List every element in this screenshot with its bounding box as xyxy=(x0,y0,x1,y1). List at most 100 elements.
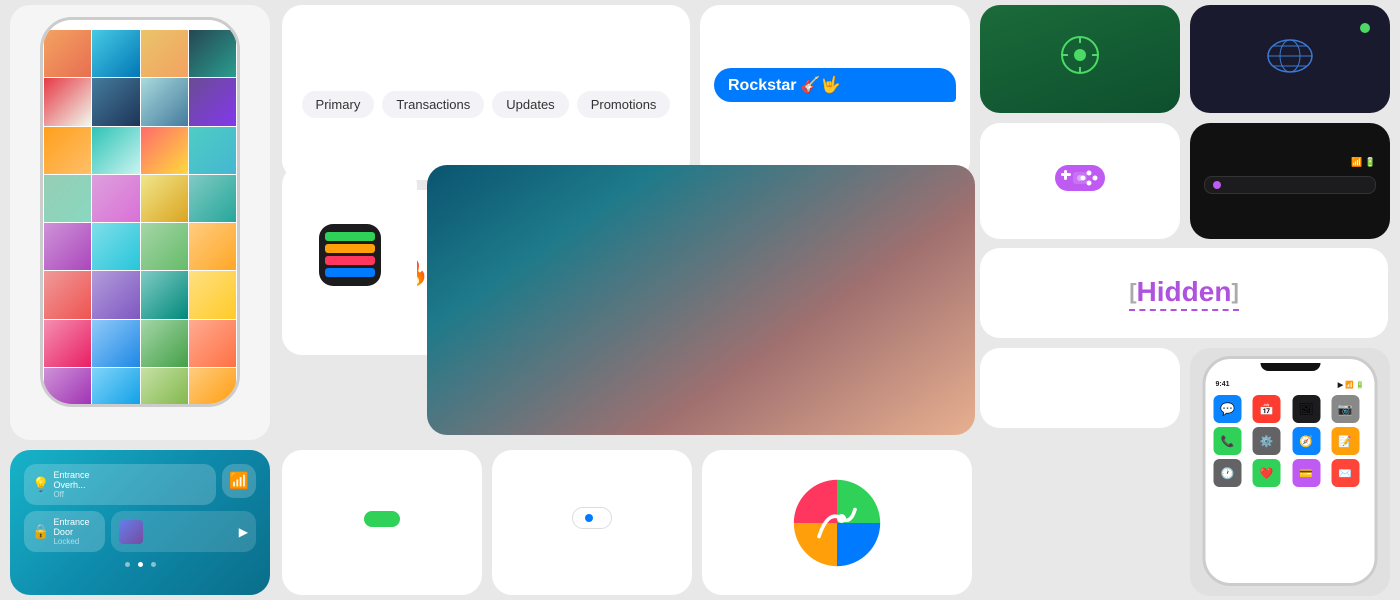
game-mode-card xyxy=(980,123,1180,239)
mail-pills: Primary Transactions Updates Promotions xyxy=(302,91,671,118)
photo-thumb xyxy=(92,320,139,367)
app-mail: ✉️ xyxy=(1331,459,1359,487)
mail-card: Primary Transactions Updates Promotions xyxy=(282,5,690,180)
app-camera: 📷 xyxy=(1331,395,1359,423)
photo-thumb xyxy=(141,223,188,270)
photo-thumb xyxy=(189,175,236,222)
photo-thumb xyxy=(189,223,236,270)
photo-thumb xyxy=(141,175,188,222)
app-facetime: 📞 xyxy=(1214,427,1242,455)
state-of-mind-card xyxy=(980,5,1180,113)
cc-widget-lock: 🔒 Entrance Door Locked xyxy=(24,511,105,552)
reminders-header: 📶 🔋 xyxy=(1204,157,1376,168)
satellite-card xyxy=(1190,5,1390,113)
photo-thumb xyxy=(141,127,188,174)
photo-thumb xyxy=(44,271,91,318)
cc-dot xyxy=(151,562,156,567)
cc-lock-content: Entrance Door Locked xyxy=(53,517,89,546)
rcs-badge xyxy=(364,511,400,527)
photo-thumb xyxy=(44,78,91,125)
app-calendar: 📅 xyxy=(1253,395,1281,423)
rockstar-bubble: Rockstar 🎸🤟 xyxy=(714,68,956,102)
wallet-app-icon xyxy=(319,224,381,286)
satellite-globe-icon xyxy=(1265,38,1315,74)
cc-lock-label: Entrance xyxy=(53,517,89,527)
app-notes: 📝 xyxy=(1331,427,1359,455)
photo-thumb xyxy=(92,127,139,174)
app-wallet: 💳 xyxy=(1292,459,1320,487)
satellite-content xyxy=(1200,15,1380,103)
play-icon[interactable]: ▶ xyxy=(239,525,248,539)
photo-thumb xyxy=(141,368,188,407)
blown-card: Rockstar 🎸🤟 xyxy=(700,5,970,180)
photo-thumb xyxy=(44,175,91,222)
cc-music-thumb xyxy=(119,520,143,544)
wifi-icon: 📶 xyxy=(229,471,249,491)
blown-content: Rockstar 🎸🤟 xyxy=(714,68,956,118)
photos-grid xyxy=(43,30,237,407)
cc-row-2: 🔒 Entrance Door Locked ▶ xyxy=(24,511,256,552)
phone2-icons: ▶ 📶 🔋 xyxy=(1338,381,1365,389)
wallet-stripe-green xyxy=(325,232,375,241)
home-screen-label-card xyxy=(980,348,1180,428)
cc-light-label: Entrance xyxy=(53,470,89,480)
app-settings: ⚙️ xyxy=(1253,427,1281,455)
photo-thumb xyxy=(189,368,236,407)
state-of-mind-icon xyxy=(1060,35,1100,75)
satellite-dot xyxy=(1360,23,1370,33)
ios-card xyxy=(427,165,975,435)
maps-card xyxy=(702,450,972,595)
control-center-content: 💡 Entrance Overh... Off 📶 🔒 Entrance xyxy=(10,450,270,595)
rcs-card xyxy=(282,450,482,595)
cc-dots xyxy=(24,562,256,567)
cc-widget-light: 💡 Entrance Overh... Off xyxy=(24,464,216,505)
mail-pill-primary: Primary xyxy=(302,91,375,118)
photo-thumb xyxy=(92,78,139,125)
cc-lock-status: Locked xyxy=(53,537,89,546)
photo-thumb xyxy=(44,127,91,174)
mail-pill-transactions: Transactions xyxy=(382,91,484,118)
photo-thumb xyxy=(92,30,139,77)
photo-thumb xyxy=(141,78,188,125)
photo-thumb xyxy=(141,320,188,367)
wallet-stripe-blue xyxy=(325,268,375,277)
photo-thumb xyxy=(189,271,236,318)
reminders-card: 📶 🔋 xyxy=(1190,123,1390,239)
cc-dot-active xyxy=(138,562,143,567)
locked-card: [Hidden] xyxy=(980,248,1388,338)
wallet-stripe-orange xyxy=(325,244,375,253)
control-center-card: 💡 Entrance Overh... Off 📶 🔒 Entrance xyxy=(10,450,270,595)
cc-widget-light-content: Entrance Overh... Off xyxy=(53,470,89,499)
reminders-purple-dot xyxy=(1213,181,1221,189)
photo-thumb xyxy=(92,223,139,270)
mail-pill-updates: Updates xyxy=(492,91,568,118)
cc-dot xyxy=(125,562,130,567)
locked-text-container: [Hidden] xyxy=(1129,276,1239,311)
wallet-stripe-red xyxy=(325,256,375,265)
photo-thumb xyxy=(44,30,91,77)
photo-thumb xyxy=(189,320,236,367)
cc-light-sublabel: Overh... xyxy=(53,480,89,490)
main-layout: Primary Transactions Updates Promotions … xyxy=(0,0,1400,600)
cc-light-status: Off xyxy=(53,490,89,499)
photo-thumb xyxy=(189,78,236,125)
app-health: ❤️ xyxy=(1253,459,1281,487)
photo-thumb xyxy=(92,368,139,407)
cc-row-1: 💡 Entrance Overh... Off 📶 xyxy=(24,464,256,505)
app-safari: 🧭 xyxy=(1292,427,1320,455)
cc-wifi-widget: 📶 xyxy=(222,464,256,498)
send-later-card xyxy=(492,450,692,595)
light-icon: 💡 xyxy=(32,476,49,493)
hidden-word: [Hidden] xyxy=(1129,276,1239,311)
photo-thumb xyxy=(92,271,139,318)
send-later-dot xyxy=(585,514,593,522)
phone2-time: 9:41 xyxy=(1216,381,1230,389)
wallet-card xyxy=(282,165,417,355)
photo-thumb xyxy=(92,175,139,222)
cc-music-widget: ▶ xyxy=(111,511,256,552)
lock-icon: 🔒 xyxy=(32,523,49,540)
photos-card xyxy=(10,5,270,440)
send-later-notification xyxy=(572,507,612,529)
phone2-card: 9:41 ▶ 📶 🔋 💬 📅 🖼 📷 📞 ⚙️ 🧭 📝 🕐 ❤️ 💳 ✉️ xyxy=(1190,348,1390,596)
phone2-status: 9:41 ▶ 📶 🔋 xyxy=(1206,375,1375,391)
